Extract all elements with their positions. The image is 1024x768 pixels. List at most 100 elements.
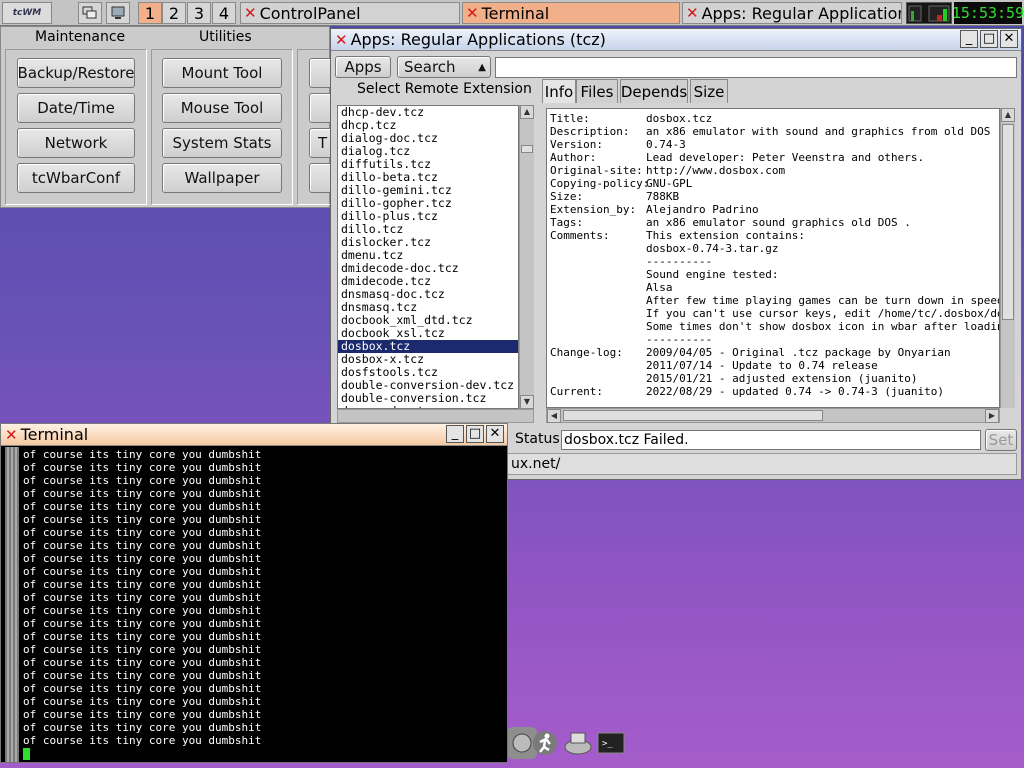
workspace-2[interactable]: 2 [162,2,186,24]
close-icon[interactable]: ✕ [486,425,504,443]
close-icon[interactable]: ✕ [1000,30,1018,48]
info-row: Alsa [547,281,999,294]
network-button[interactable]: Network [17,128,135,158]
scroll-up-icon[interactable]: ▲ [520,105,534,119]
info-row: ---------- [547,333,999,346]
terminal-line: of course its tiny core you dumbshit [23,721,262,734]
x-logo-icon: ✕ [466,4,479,22]
info-key: Size: [550,190,584,203]
scroll-right-icon[interactable]: ▶ [985,409,999,423]
workspace-3[interactable]: 3 [187,2,211,24]
terminal-line: of course its tiny core you dumbshit [23,656,262,669]
info-hscroll-thumb[interactable] [563,410,823,421]
terminal-line: of course its tiny core you dumbshit [23,630,262,643]
list-scrollbar[interactable]: ▲ ▼ [519,105,534,409]
info-key: Tags: [550,216,584,229]
extension-list[interactable]: dhcp-dev.tcz dhcp.tcz dialog-doc.tcz dialog… [337,105,519,409]
info-value: an x86 emulator with sound and graphics … [646,125,991,138]
scroll-left-icon[interactable]: ◀ [547,409,561,423]
terminal-line: of course its tiny core you dumbshit [23,643,262,656]
set-button[interactable]: Set [985,429,1017,451]
maintenance-header: Maintenance [35,29,126,45]
task-apps[interactable]: ✕ Apps: Regular Application... [682,2,902,24]
info-row: 2015/01/21 - adjusted extension (juanito… [547,372,999,385]
task-terminal[interactable]: ✕ Terminal [462,2,680,24]
tab-depends[interactable]: Depends [620,79,688,103]
info-row: Original-site: http://www.dosbox.com [547,164,999,177]
x-logo-icon: ✕ [5,425,18,444]
date-time-button[interactable]: Date/Time [17,93,135,123]
scroll-up-icon[interactable]: ▲ [1001,108,1015,122]
list-hscrollbar[interactable] [337,409,534,423]
info-row: Copying-policy: GNU-GPL [547,177,999,190]
apps-menu-button[interactable]: Apps [335,56,391,78]
info-row: Extension_by: Alejandro Padrino [547,203,999,216]
info-row: Some times don't show dosbox icon in wba… [547,320,999,333]
terminal-line: of course its tiny core you dumbshit [23,487,262,500]
scroll-down-icon[interactable]: ▼ [520,395,534,409]
info-row: Version: 0.74-3 [547,138,999,151]
system-stats-button[interactable]: System Stats [162,128,282,158]
clock[interactable]: 15:53:59 [952,2,1024,24]
minimize-icon[interactable]: _ [960,30,978,48]
tab-size[interactable]: Size [690,79,728,103]
info-key: Description: [550,125,630,138]
mirror-field[interactable]: ux.net/ [503,453,1017,475]
maximize-icon[interactable]: □ [466,425,484,443]
info-value: Sound engine tested: [646,268,779,281]
utilities-header: Utilities [199,29,252,45]
list-header: Select Remote Extension [357,81,532,97]
terminal-output[interactable]: of course its tiny core you dumbshit of c… [23,448,505,760]
tab-files[interactable]: Files [576,79,618,103]
info-panel: Title: dosbox.tcz Description: an x86 emula… [546,108,1000,408]
backup-restore-button[interactable]: Backup/Restore [17,58,135,88]
apps-titlebar[interactable]: ✕ Apps: Regular Applications (tcz) _ □ ✕ [331,29,1021,51]
info-row: Sound engine tested: [547,268,999,281]
window-list-icon[interactable] [78,2,102,24]
terminal-line: of course its tiny core you dumbshit [23,578,262,591]
info-row: 2011/07/14 - Update to 0.74 release [547,359,999,372]
mouse-tool-button[interactable]: Mouse Tool [162,93,282,123]
minimize-icon[interactable]: _ [446,425,464,443]
search-input[interactable] [495,57,1017,78]
terminal-window: ✕ Terminal _ □ ✕ of course its tiny core… [0,423,508,763]
control-panel-window: Maintenance Utilities Backup/Restore Dat… [0,26,339,208]
info-scrollbar[interactable]: ▲ [1000,108,1015,408]
terminal-line: of course its tiny core you dumbshit [23,669,262,682]
info-key: Current: [550,385,603,398]
task-controlpanel[interactable]: ✕ ControlPanel [240,2,460,24]
terminal-dock-icon[interactable]: >_ [596,727,626,759]
terminal-line: of course its tiny core you dumbshit [23,474,262,487]
info-scroll-thumb[interactable] [1002,124,1014,320]
search-mode-select[interactable]: Search ▲ [397,56,491,78]
terminal-line: of course its tiny core you dumbshit [23,695,262,708]
show-desktop-icon[interactable] [106,2,130,24]
status-label: Status [515,431,560,447]
tcwm-logo[interactable]: tcWM [2,2,52,24]
terminal-line: of course its tiny core you dumbshit [23,617,262,630]
terminal-titlebar[interactable]: ✕ Terminal _ □ ✕ [1,424,507,446]
terminal-line: of course its tiny core you dumbshit [23,513,262,526]
info-row: Size: 788KB [547,190,999,203]
terminal-line: of course its tiny core you dumbshit [23,500,262,513]
apps-browser-icon[interactable] [563,727,593,759]
info-value: ---------- [646,255,713,268]
terminal-line: of course its tiny core you dumbshit [23,448,262,461]
maximize-icon[interactable]: □ [980,30,998,48]
workspace-1[interactable]: 1 [138,2,162,24]
workspace-4[interactable]: 4 [212,2,236,24]
terminal-scrollbar[interactable] [5,447,19,762]
cpu-monitor-icon [908,5,950,22]
wallpaper-button[interactable]: Wallpaper [162,163,282,193]
run-icon[interactable] [530,727,560,759]
terminal-line: of course its tiny core you dumbshit [23,682,262,695]
tcwbarconf-button[interactable]: tcWbarConf [17,163,135,193]
tab-info[interactable]: Info [542,79,576,103]
info-hscrollbar[interactable]: ◀ ▶ [546,408,1000,423]
mount-tool-button[interactable]: Mount Tool [162,58,282,88]
scroll-thumb[interactable] [521,145,533,153]
info-key: Extension_by: [550,203,637,216]
info-value: 788KB [646,190,680,203]
info-key: Copying-policy: [550,177,650,190]
info-value: Alejandro Padrino [646,203,759,216]
